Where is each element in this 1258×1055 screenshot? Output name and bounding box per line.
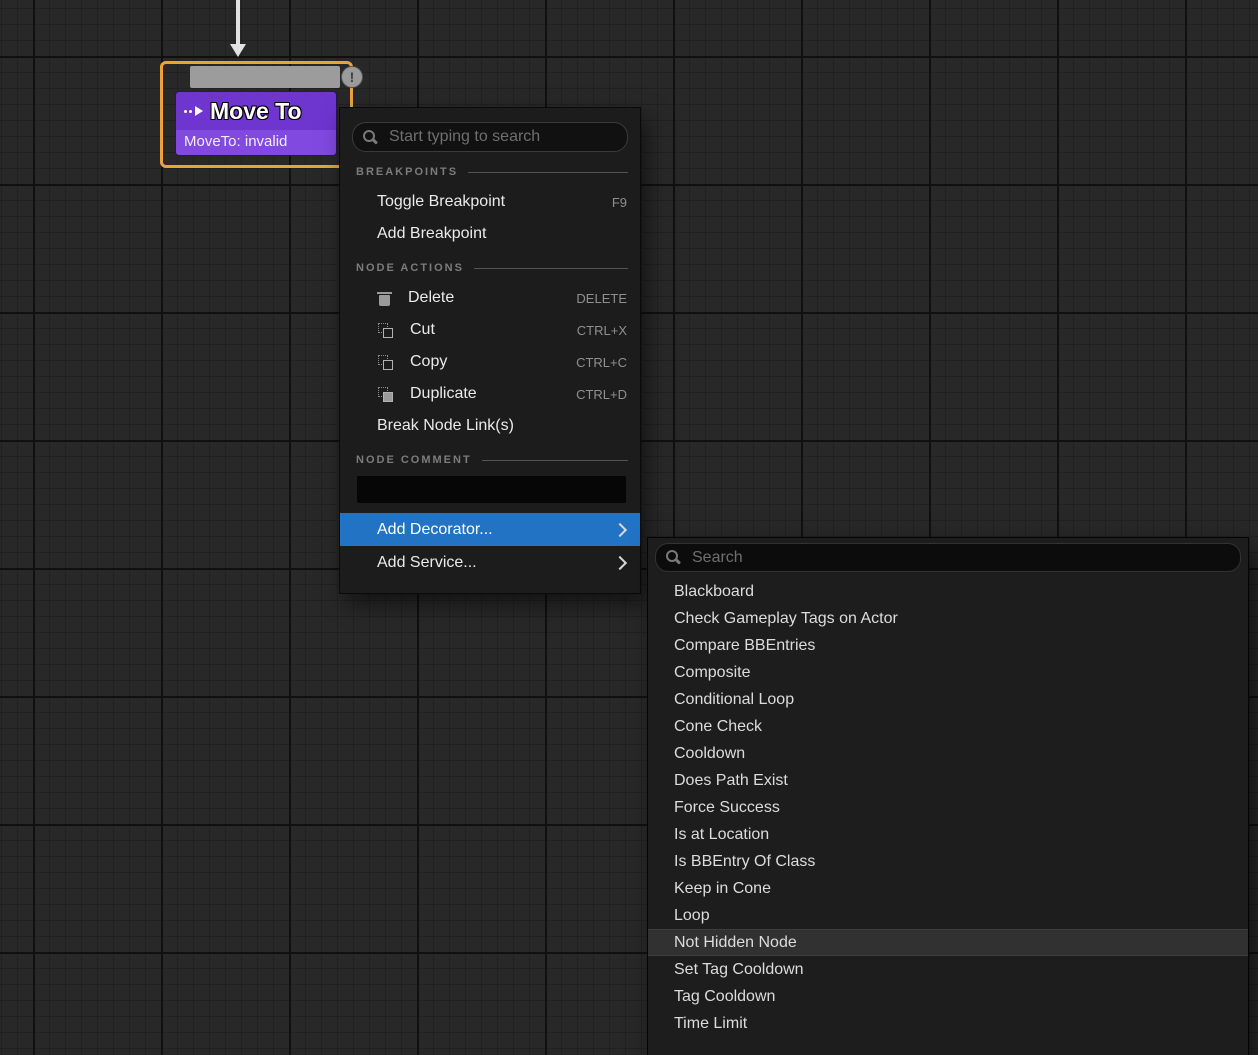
node-context-menu: BREAKPOINTS Toggle Breakpoint F9 Add Bre… — [340, 108, 640, 593]
connection-line — [236, 0, 240, 46]
node-subtitle: MoveTo: invalid — [176, 130, 336, 155]
menu-item-shortcut: CTRL+X — [577, 323, 627, 338]
section-label: NODE COMMENT — [356, 454, 472, 466]
chevron-right-icon — [613, 555, 627, 569]
section-label: NODE ACTIONS — [356, 262, 464, 274]
menu-section-node-actions: NODE ACTIONS — [356, 258, 628, 278]
section-label: BREAKPOINTS — [356, 166, 458, 178]
menu-item-shortcut: CTRL+C — [576, 355, 627, 370]
menu-item-shortcut: DELETE — [576, 291, 627, 306]
submenu-search[interactable] — [655, 543, 1241, 572]
search-icon — [666, 550, 681, 565]
menu-item-label: Break Node Link(s) — [377, 417, 627, 435]
search-icon — [363, 130, 378, 145]
menu-item-duplicate[interactable]: Duplicate CTRL+D — [340, 378, 640, 410]
move-to-icon — [184, 106, 203, 116]
decorator-item-time-limit[interactable]: Time Limit — [648, 1010, 1248, 1037]
move-to-node[interactable]: Move To MoveTo: invalid ! — [160, 61, 353, 168]
node-body[interactable]: Move To MoveTo: invalid — [176, 92, 336, 155]
menu-item-cut[interactable]: Cut CTRL+X — [340, 314, 640, 346]
decorator-item-not-hidden-node[interactable]: Not Hidden Node — [648, 929, 1248, 956]
decorator-item-is-bbentry-of-class[interactable]: Is BBEntry Of Class — [648, 848, 1248, 875]
submenu-search-input[interactable] — [690, 548, 1230, 568]
decorator-list: Blackboard Check Gameplay Tags on Actor … — [648, 578, 1248, 1037]
menu-item-label: Add Breakpoint — [377, 225, 627, 243]
menu-item-add-decorator[interactable]: Add Decorator... — [340, 513, 640, 546]
connection-arrowhead — [230, 44, 246, 57]
copy-icon — [378, 355, 393, 370]
context-menu-search-input[interactable] — [387, 127, 617, 147]
menu-item-label: Add Service... — [377, 554, 615, 572]
node-parent-link-bar[interactable] — [190, 66, 340, 88]
connection-arrow — [228, 0, 248, 60]
trash-icon — [378, 291, 391, 306]
decorator-item-check-gameplay-tags[interactable]: Check Gameplay Tags on Actor — [648, 605, 1248, 632]
decorator-item-compare-bbentries[interactable]: Compare BBEntries — [648, 632, 1248, 659]
menu-section-breakpoints: BREAKPOINTS — [356, 162, 628, 182]
menu-item-label: Add Decorator... — [377, 521, 615, 539]
menu-item-break-node-links[interactable]: Break Node Link(s) — [340, 410, 640, 442]
menu-item-add-breakpoint[interactable]: Add Breakpoint — [340, 218, 640, 250]
menu-item-label: Duplicate — [410, 385, 576, 403]
menu-item-add-service[interactable]: Add Service... — [340, 546, 640, 579]
decorator-item-is-at-location[interactable]: Is at Location — [648, 821, 1248, 848]
menu-item-label: Delete — [408, 289, 576, 307]
section-divider — [468, 172, 628, 173]
node-title: Move To — [210, 98, 302, 125]
node-title-row: Move To — [176, 92, 336, 130]
menu-item-copy[interactable]: Copy CTRL+C — [340, 346, 640, 378]
menu-item-label: Cut — [410, 321, 577, 339]
menu-item-delete[interactable]: Delete DELETE — [340, 282, 640, 314]
chevron-right-icon — [613, 522, 627, 536]
decorator-item-tag-cooldown[interactable]: Tag Cooldown — [648, 983, 1248, 1010]
decorator-item-force-success[interactable]: Force Success — [648, 794, 1248, 821]
duplicate-icon — [378, 387, 393, 402]
menu-item-label: Copy — [410, 353, 576, 371]
section-divider — [474, 268, 628, 269]
warning-badge-glyph: ! — [350, 69, 355, 85]
decorator-item-keep-in-cone[interactable]: Keep in Cone — [648, 875, 1248, 902]
decorator-item-blackboard[interactable]: Blackboard — [648, 578, 1248, 605]
decorator-item-set-tag-cooldown[interactable]: Set Tag Cooldown — [648, 956, 1248, 983]
menu-item-shortcut: CTRL+D — [576, 387, 627, 402]
decorator-item-composite[interactable]: Composite — [648, 659, 1248, 686]
decorator-item-does-path-exist[interactable]: Does Path Exist — [648, 767, 1248, 794]
decorator-item-cooldown[interactable]: Cooldown — [648, 740, 1248, 767]
node-comment-input[interactable] — [357, 476, 626, 503]
menu-item-toggle-breakpoint[interactable]: Toggle Breakpoint F9 — [340, 186, 640, 218]
menu-section-node-comment: NODE COMMENT — [356, 450, 628, 470]
warning-badge-icon: ! — [341, 66, 363, 88]
decorator-item-loop[interactable]: Loop — [648, 902, 1248, 929]
section-divider — [482, 460, 628, 461]
context-menu-search[interactable] — [352, 122, 628, 152]
menu-item-shortcut: F9 — [612, 195, 627, 210]
cut-icon — [378, 323, 393, 338]
behavior-tree-graph[interactable]: { "node": { "title": "Move To", "subtitl… — [0, 0, 1258, 1055]
decorator-item-conditional-loop[interactable]: Conditional Loop — [648, 686, 1248, 713]
decorator-item-cone-check[interactable]: Cone Check — [648, 713, 1248, 740]
add-decorator-submenu: Blackboard Check Gameplay Tags on Actor … — [648, 538, 1248, 1055]
menu-item-label: Toggle Breakpoint — [377, 193, 612, 211]
